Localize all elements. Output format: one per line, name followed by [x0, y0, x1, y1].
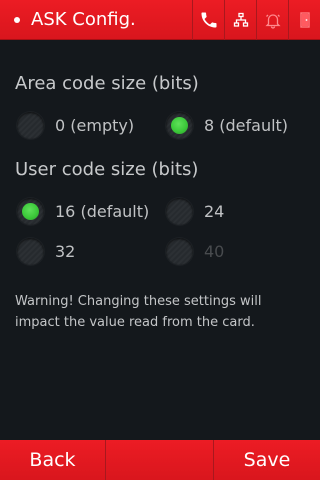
area-code-option-8[interactable]: 8 (default)	[166, 110, 288, 140]
footer-bar: Back Save	[0, 440, 320, 480]
user-code-option-label: 16 (default)	[55, 201, 150, 221]
title-area: ASK Config.	[0, 0, 192, 40]
area-code-option-label: 0 (empty)	[55, 115, 135, 135]
area-code-radio-8[interactable]	[166, 111, 193, 139]
network-icon	[233, 12, 249, 28]
user-code-option-16[interactable]: 16 (default)	[17, 196, 149, 226]
save-button[interactable]: Save	[214, 440, 320, 480]
alarm-button[interactable]	[256, 0, 288, 40]
user-code-radio-16[interactable]	[17, 197, 44, 225]
user-code-option-label: 40	[204, 241, 225, 261]
footer-spacer	[106, 440, 214, 480]
user-code-radio-24[interactable]	[166, 197, 193, 225]
network-button[interactable]	[224, 0, 256, 40]
page-title: ASK Config.	[31, 9, 136, 30]
user-code-radio-32[interactable]	[17, 237, 44, 265]
bullet-dot-icon	[14, 16, 20, 23]
area-code-option-label: 8 (default)	[204, 115, 289, 135]
area-code-option-0[interactable]: 0 (empty)	[17, 110, 134, 140]
door-exit-icon	[298, 11, 312, 29]
exit-button[interactable]	[288, 0, 320, 40]
back-button[interactable]: Back	[0, 440, 106, 480]
warning-text: Warning! Changing these settings will im…	[15, 294, 262, 330]
ask-config-screen: ASK Config. Area code size (bits) 0 (emp…	[0, 0, 320, 480]
area-code-size-label: Area code size (bits)	[15, 73, 199, 94]
user-code-option-32[interactable]: 32	[17, 236, 75, 266]
header-bar: ASK Config.	[0, 0, 320, 40]
user-code-option-label: 24	[204, 201, 225, 221]
user-code-size-label: User code size (bits)	[15, 159, 199, 180]
user-code-radio-40	[166, 237, 193, 265]
user-code-option-label: 32	[55, 241, 76, 261]
phone-icon	[199, 10, 219, 30]
user-code-option-40: 40	[166, 236, 224, 266]
user-code-option-24[interactable]: 24	[166, 196, 224, 226]
bell-icon	[264, 11, 282, 29]
area-code-radio-0[interactable]	[17, 111, 44, 139]
phone-button[interactable]	[192, 0, 224, 40]
